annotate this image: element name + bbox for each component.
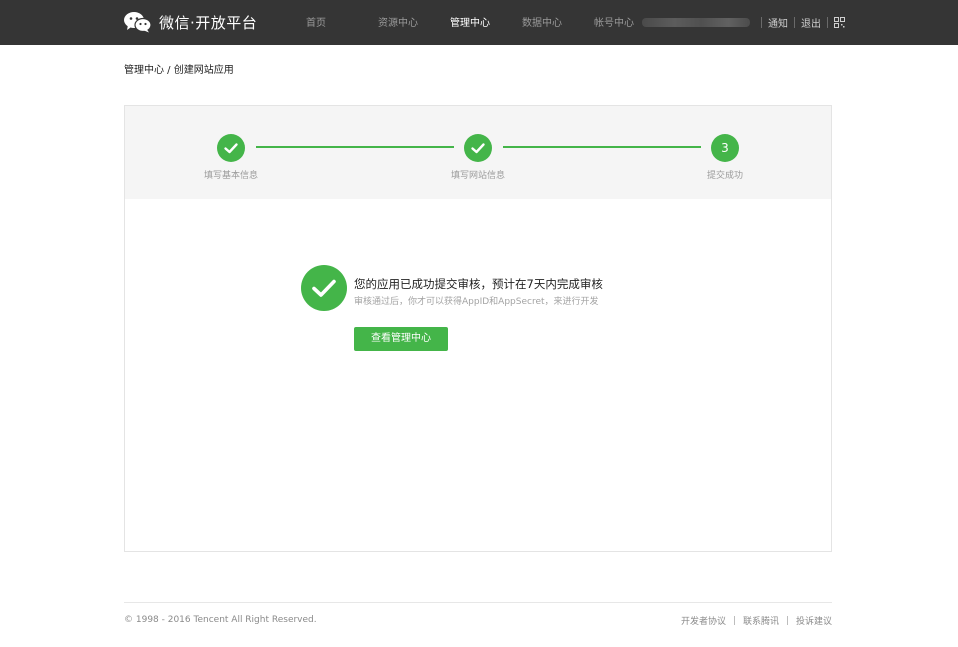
footer-link-developer-agreement[interactable]: 开发者协议 [681,614,726,627]
main-card: 3 填写基本信息 填写网站信息 提交成功 您的应用已成功提交审核，预计在7天内完… [124,105,832,552]
main-nav: 首页 资源中心 管理中心 数据中心 帐号中心 [304,0,664,45]
nav-item-home[interactable]: 首页 [304,0,376,45]
success-subtitle: 审核通过后，你才可以获得AppID和AppSecret，来进行开发 [354,297,599,307]
step-2-label: 填写网站信息 [450,171,506,181]
step-1-label: 填写基本信息 [203,171,259,181]
step-1-check-icon [217,134,245,162]
divider [794,17,795,28]
top-navigation-bar: 微信·开放平台 首页 资源中心 管理中心 数据中心 帐号中心 通知 退出 [0,0,958,45]
footer-link-contact[interactable]: 联系腾讯 [743,614,779,627]
progress-steps: 3 填写基本信息 填写网站信息 提交成功 [125,106,831,199]
footer-link-complaint[interactable]: 投诉建议 [796,614,832,627]
nav-item-management[interactable]: 管理中心 [448,0,520,45]
account-name-blurred[interactable] [642,18,750,27]
view-management-center-button[interactable]: 查看管理中心 [354,327,448,351]
nav-item-resources[interactable]: 资源中心 [376,0,448,45]
step-3-label: 提交成功 [706,171,744,181]
step-connector [503,146,701,148]
footer-links: 开发者协议 联系腾讯 投诉建议 [681,614,832,627]
logout-link[interactable]: 退出 [801,15,821,30]
breadcrumb[interactable]: 管理中心 / 创建网站应用 [124,61,234,76]
notify-link[interactable]: 通知 [768,15,788,30]
divider [786,616,788,625]
step-3-number: 3 [711,134,739,162]
footer-divider [124,602,832,603]
divider [761,17,762,28]
copyright: © 1998 - 2016 Tencent All Right Reserved… [124,615,317,625]
wechat-icon [124,11,152,33]
divider [827,17,828,28]
qrcode-icon[interactable] [834,17,845,28]
nav-item-data[interactable]: 数据中心 [520,0,592,45]
step-2-check-icon [464,134,492,162]
success-check-icon [301,265,347,311]
header-actions: 通知 退出 [755,0,845,45]
logo[interactable]: 微信·开放平台 [124,11,257,33]
divider [733,616,735,625]
step-connector [256,146,454,148]
success-title: 您的应用已成功提交审核，预计在7天内完成审核 [354,277,603,291]
logo-text: 微信·开放平台 [159,13,258,32]
